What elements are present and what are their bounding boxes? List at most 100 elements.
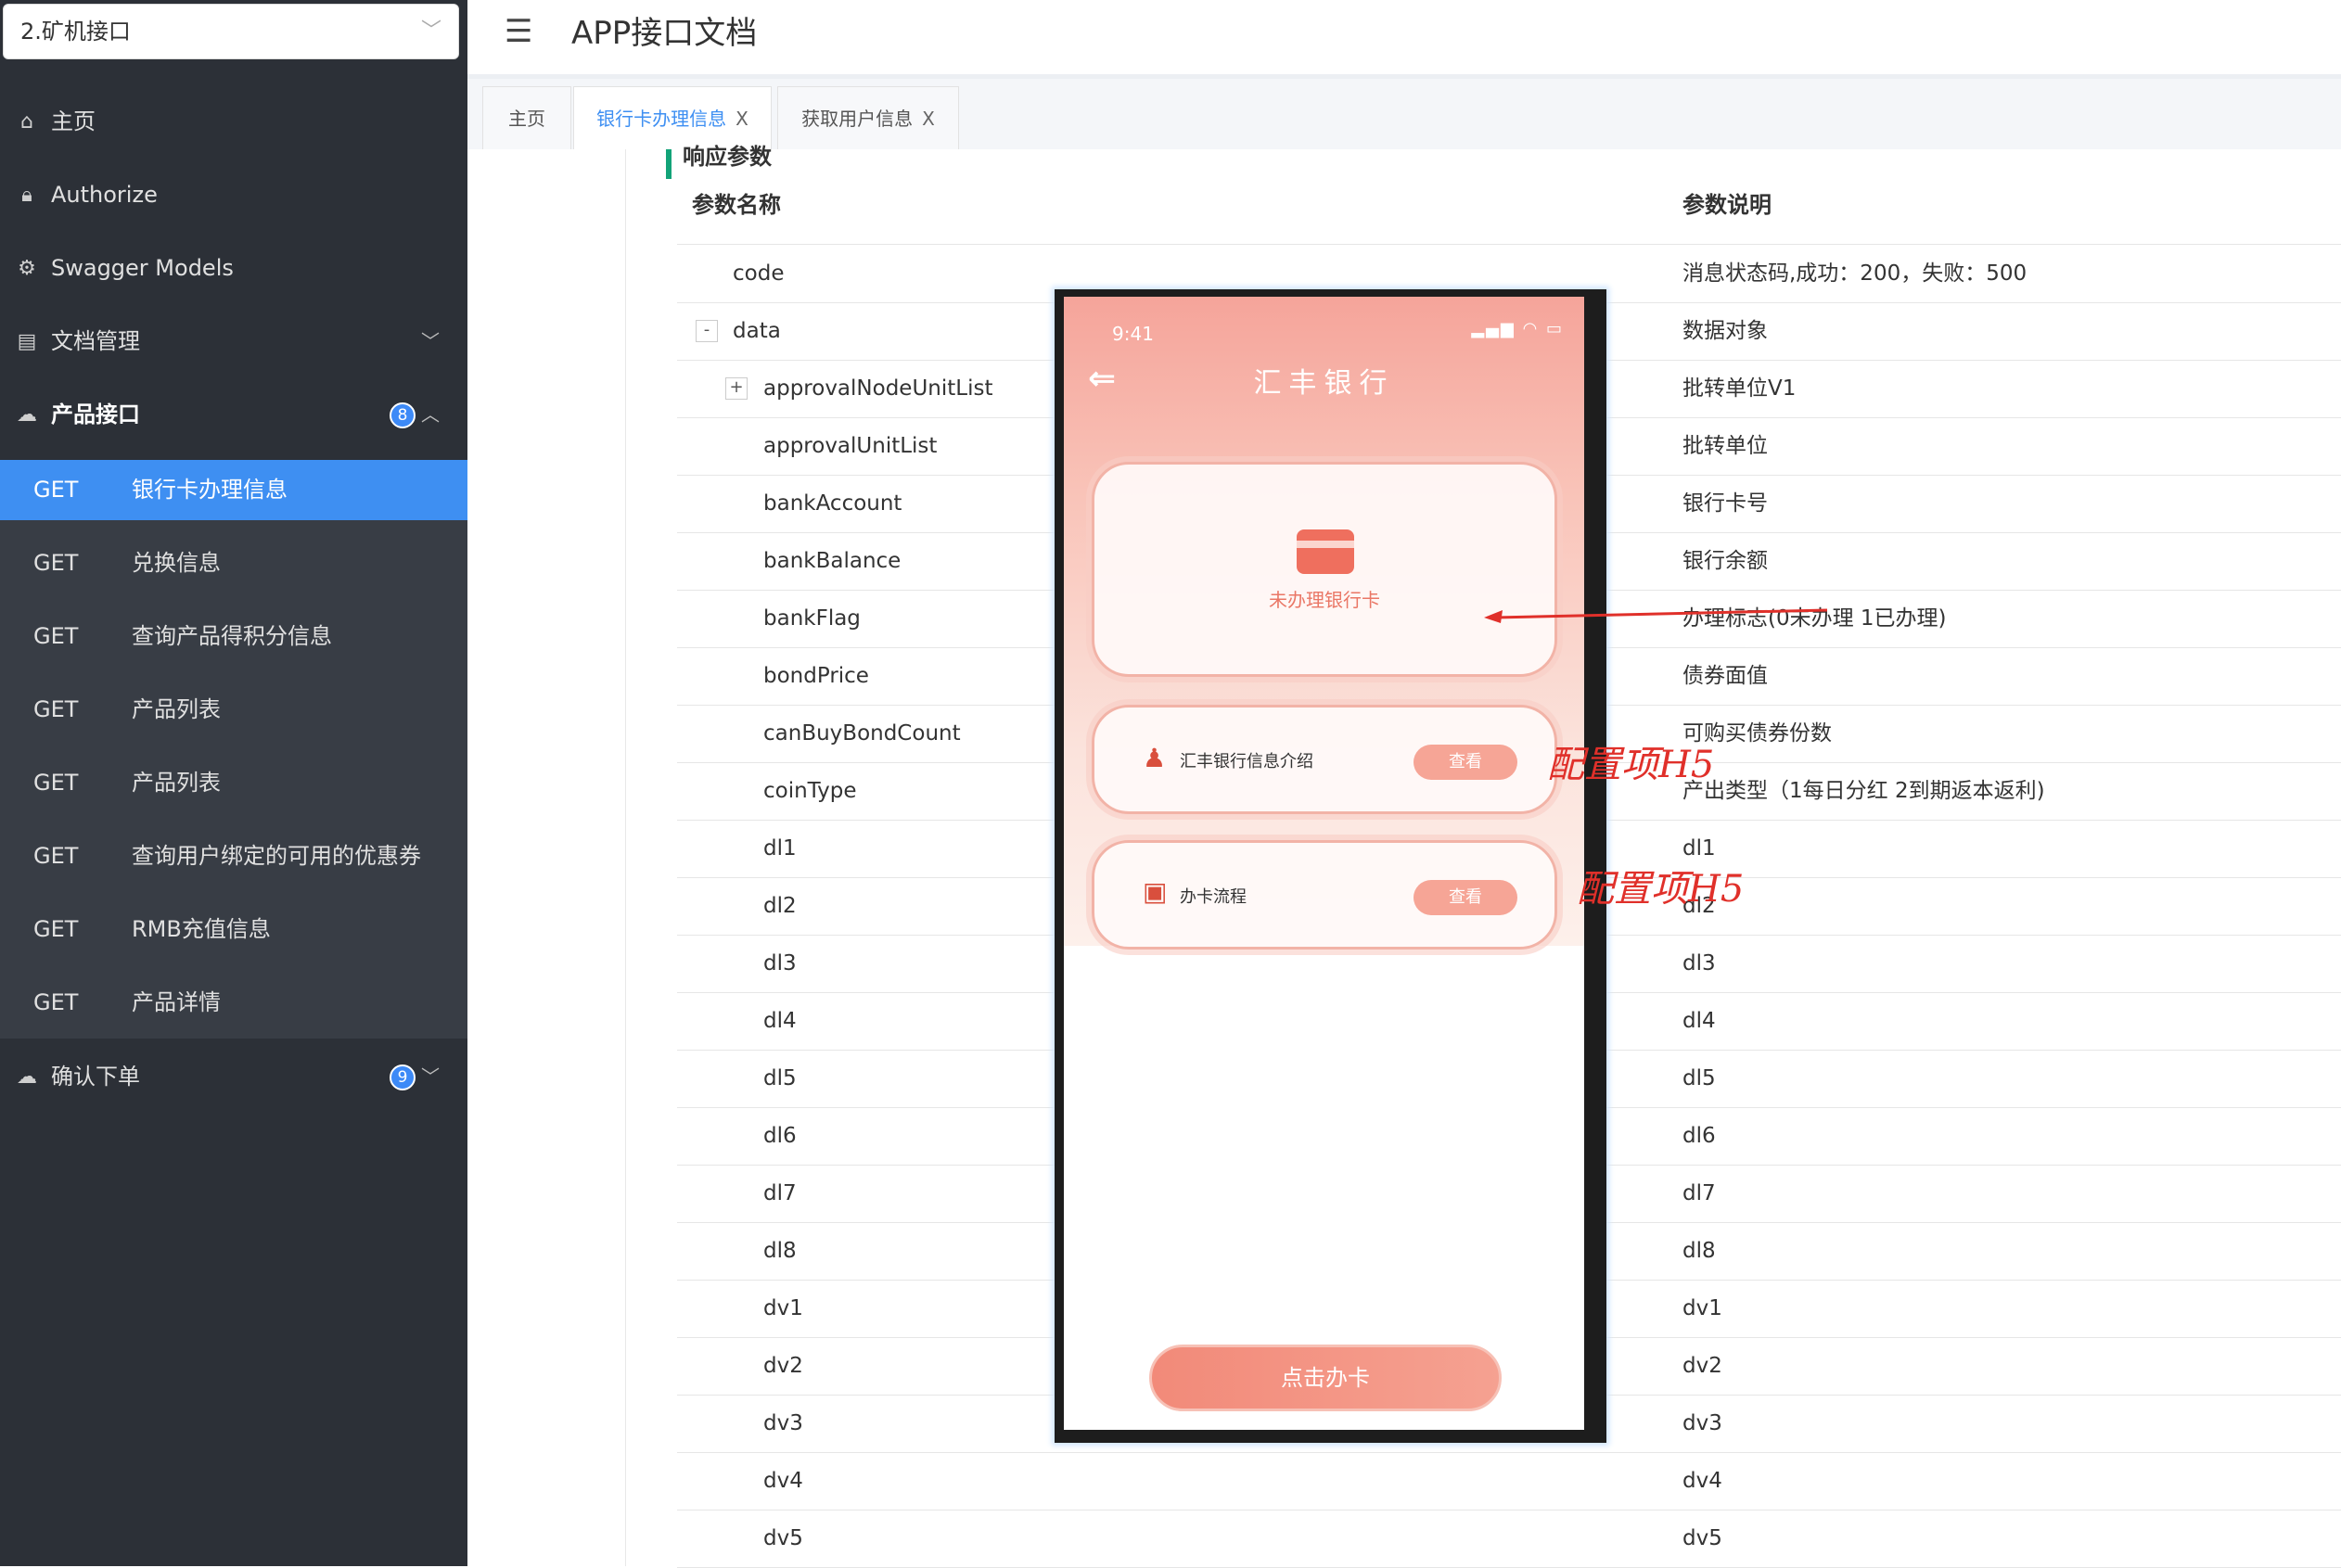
close-icon[interactable]: X bbox=[922, 108, 935, 130]
param-name: dl7 bbox=[763, 1181, 797, 1205]
param-desc: dl6 bbox=[1682, 1124, 1716, 1148]
expand-toggle[interactable]: + bbox=[725, 377, 748, 400]
param-name: dv3 bbox=[763, 1411, 803, 1435]
http-method: GET bbox=[33, 477, 79, 503]
home-icon: ⌂ bbox=[20, 110, 33, 134]
chevron-down-icon: ﹀ bbox=[420, 19, 441, 43]
chevron-up-icon: ︿ bbox=[421, 403, 440, 426]
param-desc: 消息状态码,成功：200，失败：500 bbox=[1682, 261, 2028, 286]
apply-card-button[interactable]: 点击办卡 bbox=[1149, 1345, 1502, 1411]
param-name: data bbox=[733, 319, 781, 343]
param-desc: dl5 bbox=[1682, 1066, 1716, 1090]
param-name: code bbox=[733, 261, 785, 286]
bank-intro-label: 汇丰银行信息介绍 bbox=[1180, 752, 1313, 771]
lock-icon: 🔒︎ bbox=[21, 184, 32, 207]
param-desc: 银行余额 bbox=[1682, 549, 1768, 573]
phone-mockup: 9:41 ▂▄▆ ◠ ▭ ⇐ 汇丰银行 未办理银行卡 ♟ 汇丰银行信息介绍 查看… bbox=[1055, 289, 1606, 1443]
param-name: bankFlag bbox=[763, 606, 861, 631]
endpoint-item[interactable]: GET RMB充值信息 bbox=[0, 899, 467, 960]
signal-wifi-battery-icon: ▂▄▆ ◠ ▭ bbox=[1471, 319, 1564, 338]
chevron-down-icon: ﹀ bbox=[421, 1065, 440, 1088]
collapse-toggle[interactable]: - bbox=[696, 320, 718, 342]
sidebar-item-label: Swagger Models bbox=[51, 255, 234, 281]
http-method: GET bbox=[33, 989, 79, 1015]
param-name: dl8 bbox=[763, 1239, 797, 1263]
endpoint-item[interactable]: GET 产品列表 bbox=[0, 680, 467, 740]
card-process-card[interactable]: ▣ 办卡流程 查看 bbox=[1092, 840, 1557, 950]
param-desc: dv3 bbox=[1682, 1411, 1722, 1435]
person-icon: ♟ bbox=[1143, 743, 1167, 773]
bank-card-status-card[interactable]: 未办理银行卡 bbox=[1092, 462, 1557, 677]
count-badge: 8 bbox=[390, 402, 416, 428]
param-name: dv5 bbox=[763, 1526, 803, 1550]
api-group-value: 2.矿机接口 bbox=[20, 19, 131, 45]
endpoint-label: 产品列表 bbox=[132, 696, 221, 722]
param-name: dl5 bbox=[763, 1066, 797, 1090]
count-badge: 9 bbox=[390, 1064, 416, 1090]
param-name: dl1 bbox=[763, 836, 797, 860]
param-desc: dv5 bbox=[1682, 1526, 1722, 1550]
sidebar-item-home[interactable]: ⌂ 主页 bbox=[0, 85, 467, 159]
http-method: GET bbox=[33, 843, 79, 869]
cloud-icon: ☁ bbox=[17, 1065, 37, 1089]
close-icon[interactable]: X bbox=[736, 108, 748, 130]
endpoint-item[interactable]: GET 银行卡办理信息 bbox=[0, 460, 467, 520]
top-header: ☰ APP接口文档 bbox=[467, 0, 2341, 79]
view-button[interactable]: 查看 bbox=[1414, 745, 1517, 780]
annotation-arrow bbox=[1484, 608, 1827, 623]
tab-user-info[interactable]: 获取用户信息 X bbox=[777, 86, 959, 149]
annotation-label: 配置项H5 bbox=[1547, 744, 1715, 786]
api-group-select[interactable]: 2.矿机接口 ﹀ bbox=[3, 4, 459, 59]
param-name: dv1 bbox=[763, 1296, 803, 1320]
endpoint-item[interactable]: GET 兑换信息 bbox=[0, 533, 467, 593]
monitor-icon: ▣ bbox=[1143, 876, 1168, 907]
param-name: approvalUnitList bbox=[763, 434, 938, 458]
sidebar-item-label: 确认下单 bbox=[51, 1064, 140, 1090]
endpoint-label: RMB充值信息 bbox=[132, 916, 271, 942]
status-time: 9:41 bbox=[1112, 323, 1154, 345]
endpoint-item[interactable]: GET 查询产品得积分信息 bbox=[0, 606, 467, 667]
divider bbox=[625, 149, 626, 1566]
tab-home[interactable]: 主页 bbox=[482, 86, 571, 149]
bank-card-icon bbox=[1297, 529, 1354, 574]
sidebar-item-label: Authorize bbox=[51, 182, 158, 208]
sidebar-item-authorize[interactable]: 🔒︎ Authorize bbox=[0, 159, 467, 232]
phone-screen: 9:41 ▂▄▆ ◠ ▭ ⇐ 汇丰银行 未办理银行卡 ♟ 汇丰银行信息介绍 查看… bbox=[1064, 297, 1584, 1430]
sidebar-item-label: 产品接口 bbox=[51, 402, 140, 427]
param-desc: 银行卡号 bbox=[1682, 491, 1768, 516]
param-desc: dv1 bbox=[1682, 1296, 1722, 1320]
param-name: coinType bbox=[763, 779, 857, 803]
sidebar-item-product-api[interactable]: ☁ 产品接口 8 ︿ bbox=[0, 378, 467, 452]
table-row: dv4 dv4 bbox=[677, 1452, 2341, 1511]
param-desc: 产出类型（1每日分红 2到期返本返利) bbox=[1682, 779, 2045, 803]
tab-label: 主页 bbox=[508, 108, 545, 130]
endpoint-item[interactable]: GET 产品详情 bbox=[0, 973, 467, 1033]
page-title: APP接口文档 bbox=[571, 15, 758, 52]
http-method: GET bbox=[33, 696, 79, 722]
param-desc: dl3 bbox=[1682, 951, 1716, 975]
column-header-name: 参数名称 bbox=[692, 192, 781, 218]
param-name: dl6 bbox=[763, 1124, 797, 1148]
param-name: bondPrice bbox=[763, 664, 869, 688]
sidebar-item-confirm-order[interactable]: ☁ 确认下单 9 ﹀ bbox=[0, 1040, 467, 1114]
param-name: dv2 bbox=[763, 1354, 803, 1378]
sidebar-item-doc-management[interactable]: ▤ 文档管理 ﹀ bbox=[0, 305, 467, 378]
section-marker bbox=[666, 149, 672, 179]
param-name: approvalNodeUnitList bbox=[763, 376, 993, 401]
sidebar-item-swagger-models[interactable]: ⚙ Swagger Models bbox=[0, 232, 467, 305]
document-icon: ▤ bbox=[17, 330, 37, 353]
product-api-submenu: GET 银行卡办理信息 GET 兑换信息 GET 查询产品得积分信息 GET 产… bbox=[0, 460, 467, 1039]
param-name: canBuyBondCount bbox=[763, 721, 961, 746]
bank-intro-card[interactable]: ♟ 汇丰银行信息介绍 查看 bbox=[1092, 705, 1557, 814]
endpoint-item[interactable]: GET 产品列表 bbox=[0, 753, 467, 813]
endpoint-item[interactable]: GET 查询用户绑定的可用的优惠券 bbox=[0, 826, 467, 886]
menu-fold-icon[interactable]: ☰ bbox=[505, 13, 532, 50]
endpoint-label: 产品列表 bbox=[132, 770, 221, 796]
section-title: 响应参数 bbox=[683, 144, 772, 170]
sidebar-item-label: 文档管理 bbox=[51, 328, 140, 354]
param-name: bankAccount bbox=[763, 491, 902, 516]
view-button[interactable]: 查看 bbox=[1414, 880, 1517, 915]
models-icon: ⚙ bbox=[18, 257, 36, 280]
sidebar: 2.矿机接口 ﹀ ⌂ 主页 🔒︎ Authorize ⚙ Swagger Mod… bbox=[0, 0, 467, 1566]
param-name: bankBalance bbox=[763, 549, 902, 573]
